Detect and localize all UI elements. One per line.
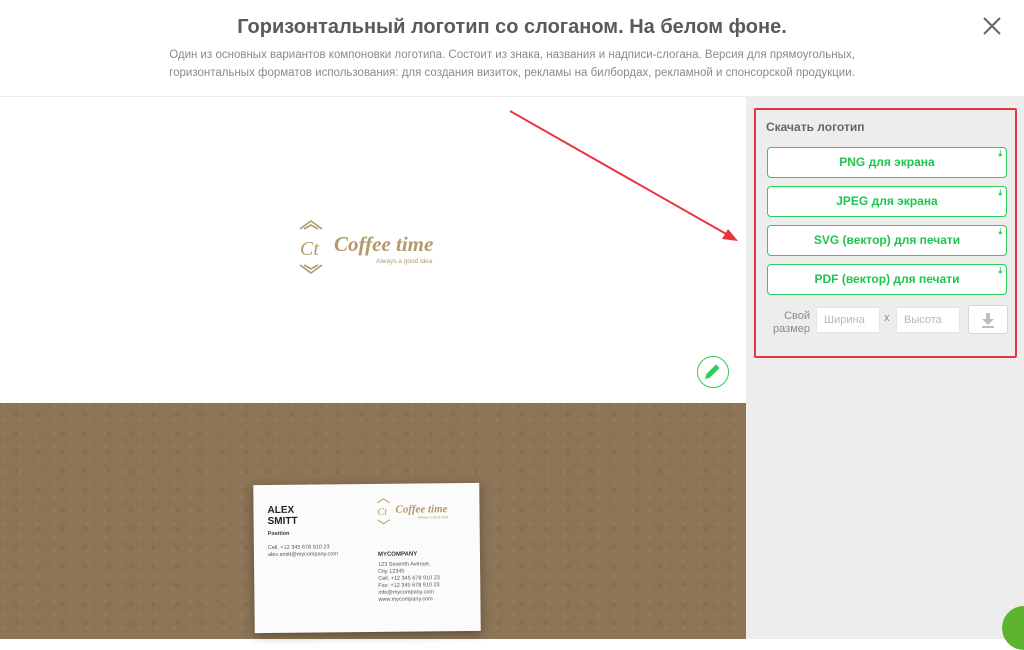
card-logo-monogram: Ct [377,507,387,518]
card-logo: Ct Coffee time Always a good idea [375,495,459,526]
close-button[interactable] [978,12,1006,40]
height-input[interactable] [896,307,960,333]
page-title: Горизонтальный логотип со слоганом. На б… [237,16,787,38]
png-download-label: PNG для экрана [839,155,935,169]
card-logo-name: Coffee time [395,503,447,516]
download-icon [982,313,994,328]
card-address: 123 Seventh Avenue, City 12345 Cell. +12… [378,561,440,603]
logo-monogram: Ct [300,238,319,260]
download-icon: ⤓ [998,149,1002,158]
custom-size-label: Свой размер [773,310,810,335]
svg-download-button[interactable]: SVG (вектор) для печати ⤓ [767,225,1007,256]
modal-header: Горизонтальный логотип со слоганом. На б… [0,0,1024,97]
card-logo-slogan: Always a good idea [418,515,448,519]
card-contact: Cell. +12 345 678 910 23 alex.smitt@myco… [267,544,338,559]
pdf-download-button[interactable]: PDF (вектор) для печати ⤓ [767,264,1007,295]
logo-preview-white: Ct Coffee time Always a good idea [0,97,746,403]
business-card-mockup: ALEX SMITT Position Cell. +12 345 678 91… [0,403,746,639]
svg-download-label: SVG (вектор) для печати [813,233,961,247]
card-name: ALEX SMITT [267,504,298,528]
card-company: MYCOMPANY [377,551,418,558]
size-separator: x [884,312,890,324]
download-icon: ⤓ [998,266,1002,275]
png-download-button[interactable]: PNG для экрана ⤓ [767,147,1007,178]
custom-size-download-button[interactable] [968,305,1008,334]
logo: Ct Coffee time Always a good idea [296,217,456,277]
pdf-download-label: PDF (вектор) для печати [814,272,960,286]
jpeg-download-button[interactable]: JPEG для экрана ⤓ [767,186,1007,217]
edit-logo-button[interactable] [697,356,729,388]
business-card: ALEX SMITT Position Cell. +12 345 678 91… [253,482,481,634]
download-title: Скачать логотип [766,120,865,134]
card-position: Position [267,530,290,538]
download-icon: ⤓ [998,227,1002,236]
logo-slogan: Always a good idea [376,258,433,265]
download-icon: ⤓ [998,188,1002,197]
jpeg-download-label: JPEG для экрана [836,194,938,208]
logo-name: Coffee time [334,232,433,256]
close-icon [983,17,1001,35]
pencil-icon [705,364,720,379]
width-input[interactable] [816,307,880,333]
page-description: Один из основных вариантов компоновки ло… [169,49,855,79]
